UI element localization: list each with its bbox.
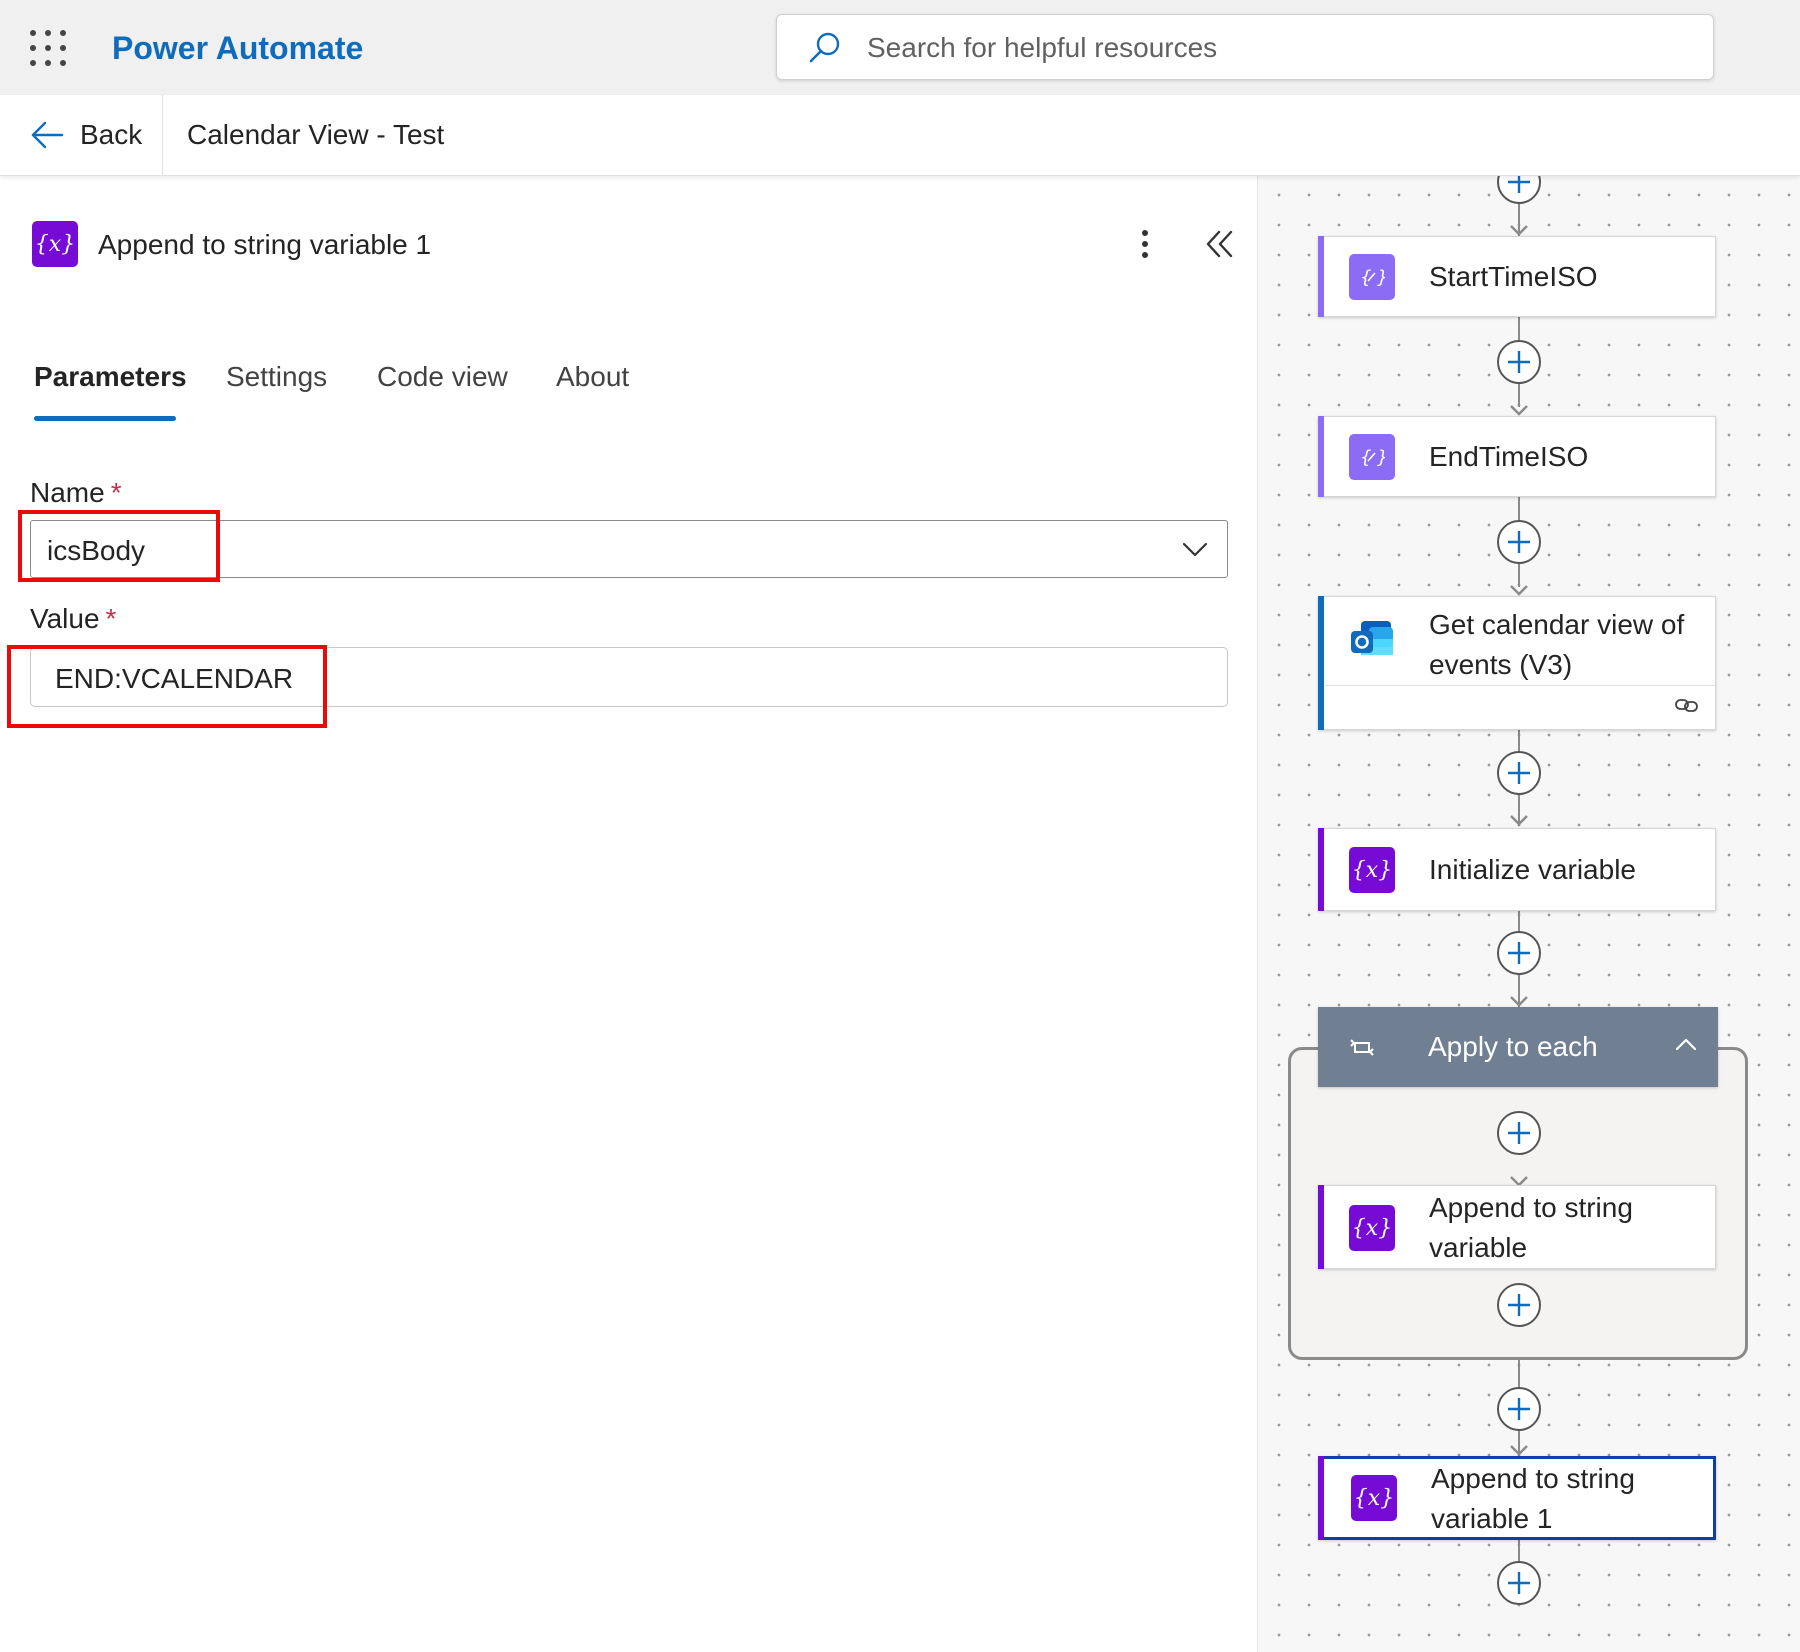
arrowhead-icon (1510, 1445, 1528, 1456)
name-dropdown[interactable]: icsBody (30, 520, 1228, 578)
app-launcher-icon[interactable] (30, 30, 66, 66)
loop-icon (1350, 1039, 1374, 1056)
variable-icon: {x} (32, 221, 78, 267)
name-value: icsBody (47, 535, 146, 566)
step-title: Initialize variable (1429, 854, 1636, 885)
tab-code-view[interactable]: Code view (377, 361, 508, 393)
plus-icon (1508, 762, 1530, 784)
outlook-icon (1351, 621, 1393, 655)
collapse-pane-icon[interactable] (1203, 224, 1237, 264)
insert-step-button[interactable] (1497, 751, 1541, 795)
action-details-pane: {x} Append to string variable 1 Paramete… (0, 176, 1257, 1652)
svg-text:{: { (1360, 267, 1371, 288)
value-field-label: Value * (30, 603, 116, 635)
value-label-text: Value (30, 603, 100, 634)
top-bar: Power Automate (0, 0, 1800, 95)
step-accent-bar (1318, 828, 1324, 911)
pane-title: Append to string variable 1 (98, 229, 432, 260)
svg-text:}: } (1377, 267, 1385, 288)
step-title: Get calendar view of events (V3) (1429, 609, 1685, 680)
step-title: EndTimeISO (1429, 441, 1589, 472)
divider (162, 95, 163, 175)
insert-step-button[interactable] (1497, 340, 1541, 384)
arrowhead-icon (1510, 815, 1528, 826)
expression-icon: {} (1349, 254, 1395, 300)
command-bar: Back Calendar View - Test (0, 95, 1800, 176)
flow-step-get-calendar-view[interactable]: Get calendar view of events (V3) (1318, 596, 1716, 730)
plus-icon (1508, 351, 1530, 373)
svg-text:}: } (1377, 447, 1385, 468)
variable-icon: {x} (1349, 847, 1395, 893)
plus-icon (1508, 1294, 1530, 1316)
back-label: Back (80, 119, 143, 150)
arrowhead-icon (1510, 405, 1528, 416)
flow-name: Calendar View - Test (187, 119, 445, 150)
step-accent-bar (1318, 596, 1324, 730)
plus-icon (1508, 176, 1530, 193)
step-accent-bar (1318, 1185, 1324, 1269)
arrowhead-icon (1510, 225, 1528, 236)
arrowhead-icon (1510, 585, 1528, 596)
step-title: Append to string variable 1 (1431, 1463, 1635, 1534)
search-icon (809, 32, 840, 63)
chevron-down-icon (1182, 542, 1208, 557)
value-text: END:VCALENDAR (55, 663, 294, 694)
divider (1325, 685, 1715, 686)
insert-step-button[interactable] (1497, 1387, 1541, 1431)
variable-icon: {x} (1349, 1205, 1395, 1251)
back-arrow-icon (31, 121, 64, 149)
flow-step-end-time-iso[interactable]: {} EndTimeISO (1318, 416, 1716, 497)
flow-canvas[interactable]: {} StartTimeISO {} EndTimeISO Get calend… (1258, 176, 1800, 1652)
flow-step-append-to-string-variable-1[interactable]: {x} Append to string variable 1 (1318, 1456, 1716, 1540)
insert-step-button[interactable] (1497, 520, 1541, 564)
name-field-label: Name * (30, 477, 122, 509)
flow-step-append-to-string-variable[interactable]: {x} Append to string variable (1318, 1185, 1716, 1269)
variable-icon: {x} (1351, 1475, 1397, 1521)
step-title: StartTimeISO (1429, 261, 1598, 292)
search-box[interactable] (776, 14, 1714, 80)
tab-parameters[interactable]: Parameters (34, 361, 187, 393)
chevron-up-icon[interactable] (1672, 1031, 1700, 1059)
required-marker: * (110, 477, 122, 508)
plus-icon (1508, 1122, 1530, 1144)
step-accent-bar (1318, 416, 1324, 497)
flow-step-initialize-variable[interactable]: {x} Initialize variable (1318, 828, 1716, 911)
arrowhead-icon (1510, 996, 1528, 1007)
connection-link-icon[interactable] (1674, 695, 1700, 715)
plus-icon (1508, 531, 1530, 553)
value-input[interactable]: END:VCALENDAR (30, 647, 1228, 707)
plus-icon (1508, 1398, 1530, 1420)
insert-step-button[interactable] (1497, 1561, 1541, 1605)
insert-step-button[interactable] (1497, 931, 1541, 975)
tab-about[interactable]: About (556, 361, 629, 393)
expression-icon: {} (1349, 434, 1395, 480)
flow-step-start-time-iso[interactable]: {} StartTimeISO (1318, 236, 1716, 317)
plus-icon (1508, 1572, 1530, 1594)
more-options-button[interactable] (1130, 224, 1160, 264)
scope-title: Apply to each (1428, 1031, 1598, 1062)
insert-step-button[interactable] (1497, 1283, 1541, 1327)
step-accent-bar (1318, 1456, 1324, 1540)
insert-step-button[interactable] (1497, 176, 1541, 204)
svg-text:{: { (1360, 447, 1371, 468)
plus-icon (1508, 942, 1530, 964)
search-input[interactable] (865, 25, 1669, 71)
step-title: Append to string variable (1429, 1192, 1633, 1263)
active-tab-indicator (34, 416, 176, 421)
app-title[interactable]: Power Automate (112, 30, 363, 67)
insert-step-button[interactable] (1497, 1111, 1541, 1155)
name-label-text: Name (30, 477, 105, 508)
apply-to-each-header[interactable]: Apply to each (1318, 1007, 1718, 1087)
step-accent-bar (1318, 236, 1324, 317)
back-button[interactable]: Back (30, 115, 142, 155)
tab-settings[interactable]: Settings (226, 361, 327, 393)
required-marker: * (105, 603, 117, 634)
